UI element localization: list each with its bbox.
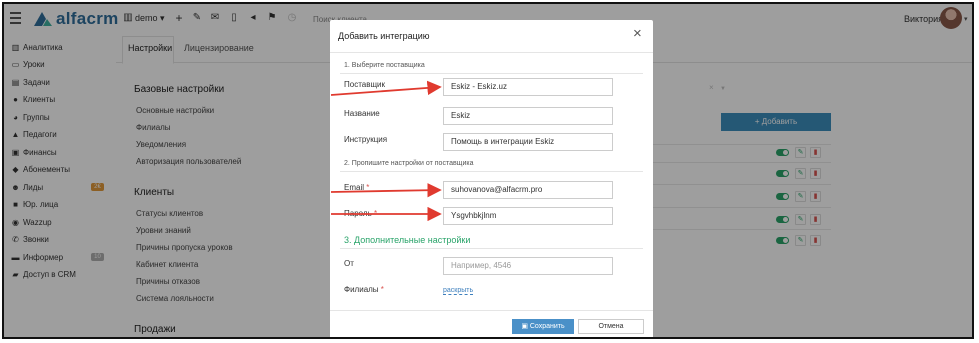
step-1-heading: 1. Выберите поставщика: [344, 62, 425, 69]
step-divider: [340, 171, 643, 172]
step-divider: [340, 248, 643, 249]
email-field[interactable]: suhovanova@alfacrm.pro: [443, 181, 613, 199]
from-label: От: [344, 259, 354, 268]
modal-footer-divider: [330, 310, 653, 311]
step-divider: [340, 73, 643, 74]
instruction-label: Инструкция: [344, 135, 388, 144]
modal-divider: [330, 52, 653, 53]
email-label-text: Email: [344, 183, 365, 192]
save-icon: ▣: [521, 323, 530, 330]
from-field[interactable]: Например, 4546: [443, 257, 613, 275]
modal-title: Добавить интеграцию: [338, 31, 430, 41]
clear-icon[interactable]: ×: [709, 80, 714, 96]
name-field[interactable]: Eskiz: [443, 107, 613, 125]
branches-label: Филиалы *: [344, 285, 384, 294]
app-window: alfacrm ▥ demo ▾ + ✎ ✉ ▯ ◂ ⚑ ◷ Поиск кли…: [2, 2, 974, 339]
password-label: Пароль *: [344, 209, 377, 218]
provider-value: Eskiz - Eskiz.uz: [451, 82, 508, 91]
step-3-heading: 3. Дополнительные настройки: [344, 235, 471, 245]
password-label-text: Пароль: [344, 209, 372, 218]
required-mark: *: [374, 209, 378, 218]
email-label: Email *: [344, 183, 369, 192]
name-label: Название: [344, 109, 380, 118]
close-icon[interactable]: ×: [633, 26, 642, 41]
password-field[interactable]: Ysgvhbkjlnm: [443, 207, 613, 225]
chevron-down-icon[interactable]: ▼: [720, 81, 726, 97]
step-2-heading: 2. Пропишите настройки от поставщика: [344, 160, 474, 167]
instruction-field[interactable]: Помощь в интеграции Eskiz: [443, 133, 613, 151]
save-button-label: Сохранить: [529, 323, 565, 330]
required-mark: *: [366, 183, 370, 192]
provider-select[interactable]: Eskiz - Eskiz.uz × ▼: [443, 78, 726, 96]
add-integration-modal: Добавить интеграцию × 1. Выберите постав…: [330, 20, 726, 337]
branches-label-text: Филиалы: [344, 285, 379, 294]
required-mark: *: [380, 285, 384, 294]
save-button[interactable]: ▣ Сохранить: [512, 319, 574, 334]
reveal-branches-link[interactable]: раскрыть: [443, 287, 474, 295]
provider-label: Поставщик: [344, 80, 386, 89]
cancel-button[interactable]: Отмена: [578, 319, 644, 334]
